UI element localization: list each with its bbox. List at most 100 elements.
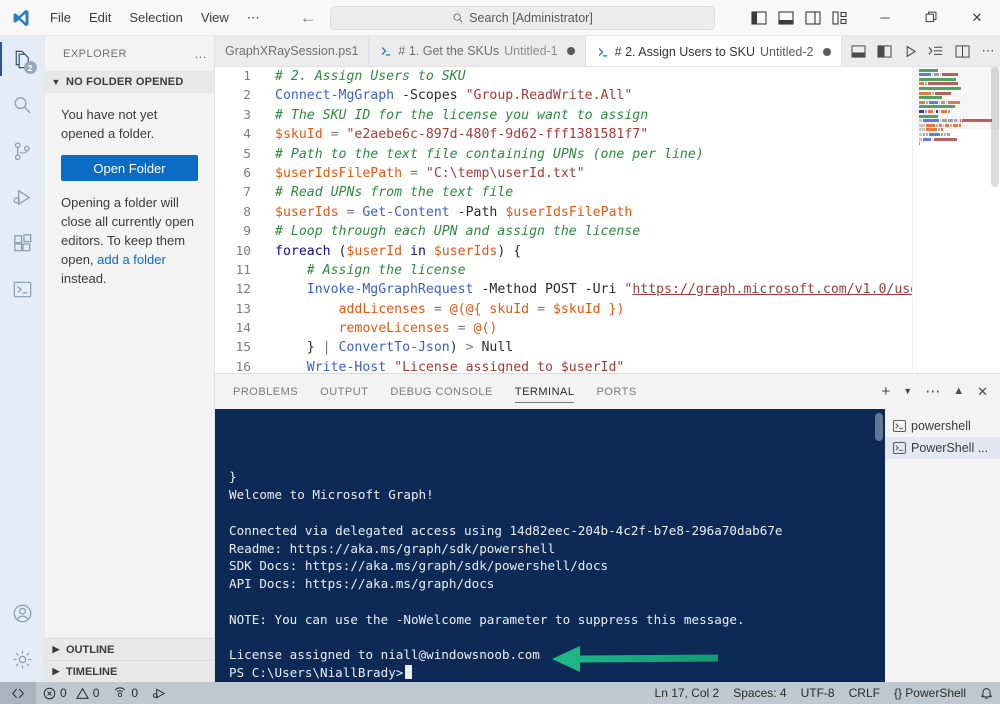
split-editor-icon[interactable] xyxy=(954,43,971,60)
code-line[interactable]: 11 # Assign the license xyxy=(215,261,912,280)
add-a-folder-link[interactable]: add a folder xyxy=(97,252,166,267)
new-terminal-icon[interactable]: + xyxy=(882,384,891,399)
tab-assign-users-to-sku[interactable]: # 2. Assign Users to SKU Untitled-2 xyxy=(585,36,842,66)
search-input[interactable]: Search [Administrator] xyxy=(330,5,715,30)
code-token: Invoke-MgGraphRequest xyxy=(306,282,474,298)
split-editor-down-icon[interactable] xyxy=(850,43,867,60)
toggle-secondary-sidebar-icon[interactable] xyxy=(804,9,821,26)
terminal-icon xyxy=(893,420,906,432)
minimap-token xyxy=(926,123,935,127)
activity-item-source-control[interactable] xyxy=(0,128,45,174)
terminal-prompt[interactable]: PS C:\Users\NiallBrady> xyxy=(229,664,885,682)
run-terminal-icon[interactable] xyxy=(928,43,945,60)
terminal-scrollbar[interactable] xyxy=(875,413,883,442)
split-editor-right-icon[interactable] xyxy=(876,43,893,60)
menu-bar[interactable]: File Edit Selection View ⋯ xyxy=(42,6,268,30)
code-line[interactable]: 3 # The SKU ID for the license you want t… xyxy=(215,106,912,125)
remote-window-icon[interactable] xyxy=(0,682,36,704)
menu-view[interactable]: View xyxy=(193,6,237,30)
code-editor[interactable]: 1 # 2. Assign Users to SKU 2 Connect-MgGrap… xyxy=(215,67,912,373)
code-line[interactable]: 16 Write-Host "License assigned to $user… xyxy=(215,358,912,373)
run-icon[interactable] xyxy=(902,43,919,60)
toggle-panel-icon[interactable] xyxy=(777,9,794,26)
tab-dirty-indicator[interactable] xyxy=(822,47,831,56)
panel-tab-output[interactable]: OUTPUT xyxy=(320,374,368,409)
code-line[interactable]: 2 Connect-MgGraph -Scopes "Group.ReadWrit… xyxy=(215,86,912,105)
activity-item-explorer[interactable]: 2 xyxy=(0,36,45,82)
code-line[interactable]: 4 $skuId = "e2aebe6c-897d-480f-9d62-fff13… xyxy=(215,125,912,144)
activity-item-run-and-debug[interactable] xyxy=(0,174,45,220)
tab-graphxraysession[interactable]: GraphXRaySession.ps1 xyxy=(215,36,370,66)
activity-item-extensions[interactable] xyxy=(0,220,45,266)
code-token: # Read UPNs from the text file xyxy=(275,185,514,201)
code-line[interactable]: 7 # Read UPNs from the text file xyxy=(215,183,912,202)
status-line-col[interactable]: Ln 17, Col 2 xyxy=(648,682,727,704)
tab-get-the-skus[interactable]: # 1. Get the SKUs Untitled-1 xyxy=(369,36,586,66)
customize-layout-icon[interactable] xyxy=(831,9,848,26)
menu-file[interactable]: File xyxy=(42,6,79,30)
panel-tab-terminal[interactable]: TERMINAL xyxy=(514,374,575,409)
panel-tab-ports[interactable]: PORTS xyxy=(596,374,636,409)
activity-item-search[interactable] xyxy=(0,82,45,128)
minimap-token xyxy=(941,100,945,104)
status-errors[interactable]: 0 0 xyxy=(36,682,106,704)
activity-item-terminal[interactable] xyxy=(0,266,45,312)
code-line[interactable]: 12 Invoke-MgGraphRequest -Method POST -U… xyxy=(215,280,912,299)
terminal-output[interactable]: } Welcome to Microsoft Graph! Connected v… xyxy=(215,409,885,682)
close-icon[interactable]: ✕ xyxy=(977,385,988,398)
code-line[interactable]: 10 foreach ($userId in $userIds) { xyxy=(215,242,912,261)
minimize-button[interactable]: ─ xyxy=(862,0,908,36)
maximize-restore-button[interactable] xyxy=(908,0,954,36)
minimap-token xyxy=(936,109,938,113)
section-timeline[interactable]: ▶ TIMELINE xyxy=(45,660,214,682)
menu-edit[interactable]: Edit xyxy=(81,6,119,30)
activity-item-accounts[interactable] xyxy=(0,590,45,636)
section-outline[interactable]: ▶ OUTLINE xyxy=(45,638,214,660)
code-token: skuId xyxy=(489,301,530,317)
status-indentation[interactable]: Spaces: 4 xyxy=(726,682,793,704)
source-control-icon xyxy=(14,141,30,160)
code-token: removeLicenses xyxy=(338,321,450,337)
panel-tab-problems[interactable]: PROBLEMS xyxy=(233,374,298,409)
more-actions-icon[interactable]: ⋯ xyxy=(980,43,997,60)
editor-scrollbar[interactable] xyxy=(990,67,1000,373)
timeline-label: TIMELINE xyxy=(66,665,118,678)
minimap-line xyxy=(919,137,1000,141)
status-eol[interactable]: CRLF xyxy=(842,682,887,704)
open-folder-button[interactable]: Open Folder xyxy=(61,155,198,181)
terminal-instance-powershell-active[interactable]: PowerShell ... xyxy=(885,437,1000,460)
code-line[interactable]: 6 $userIdsFilePath = "C:\temp\userId.txt" xyxy=(215,164,912,183)
error-count: 0 xyxy=(60,686,67,700)
status-language-mode[interactable]: {} PowerShell xyxy=(887,682,973,704)
terminal-instance-powershell[interactable]: powershell xyxy=(885,415,1000,437)
status-encoding[interactable]: UTF-8 xyxy=(794,682,842,704)
close-button[interactable]: ✕ xyxy=(954,0,1000,36)
code-line[interactable]: 15 } | ConvertTo-Json) > Null xyxy=(215,338,912,357)
sidebar-more-actions-icon[interactable]: … xyxy=(194,46,208,61)
minimap-token xyxy=(919,109,924,113)
editor-scrollbar-thumb[interactable] xyxy=(991,67,999,187)
minimap-token xyxy=(926,100,928,104)
toggle-primary-sidebar-icon[interactable] xyxy=(750,9,767,26)
chevron-up-icon[interactable]: ▲ xyxy=(953,386,964,397)
status-ports[interactable]: 0 xyxy=(106,682,145,704)
code-token: = xyxy=(402,165,426,181)
code-line[interactable]: 13 addLicenses = @(@{ skuId = $skuId }) xyxy=(215,300,912,319)
code-line[interactable]: 5 # Path to the text file containing UPNs… xyxy=(215,145,912,164)
section-no-folder-opened[interactable]: ▼ NO FOLDER OPENED xyxy=(45,71,214,93)
more-actions-icon[interactable]: ⋯ xyxy=(925,384,940,399)
panel-tab-debug-console[interactable]: DEBUG CONSOLE xyxy=(390,374,492,409)
code-line[interactable]: 8 $userIds = Get-Content -Path $userIdsFi… xyxy=(215,203,912,222)
status-notifications[interactable] xyxy=(973,682,1000,704)
tab-dirty-indicator[interactable] xyxy=(566,47,575,55)
activity-item-manage[interactable] xyxy=(0,636,45,682)
code-line[interactable]: 9 # Loop through each UPN and assign the … xyxy=(215,222,912,241)
code-line[interactable]: 14 removeLicenses = @() xyxy=(215,319,912,338)
arrow-left-icon[interactable]: ← xyxy=(300,9,317,26)
menu-selection[interactable]: Selection xyxy=(121,6,190,30)
minimap[interactable] xyxy=(912,67,1000,374)
menu-more[interactable]: ⋯ xyxy=(239,6,268,30)
code-line[interactable]: 1 # 2. Assign Users to SKU xyxy=(215,67,912,86)
status-run-debug[interactable] xyxy=(145,682,174,704)
chevron-down-icon[interactable]: ▼ xyxy=(903,387,912,396)
